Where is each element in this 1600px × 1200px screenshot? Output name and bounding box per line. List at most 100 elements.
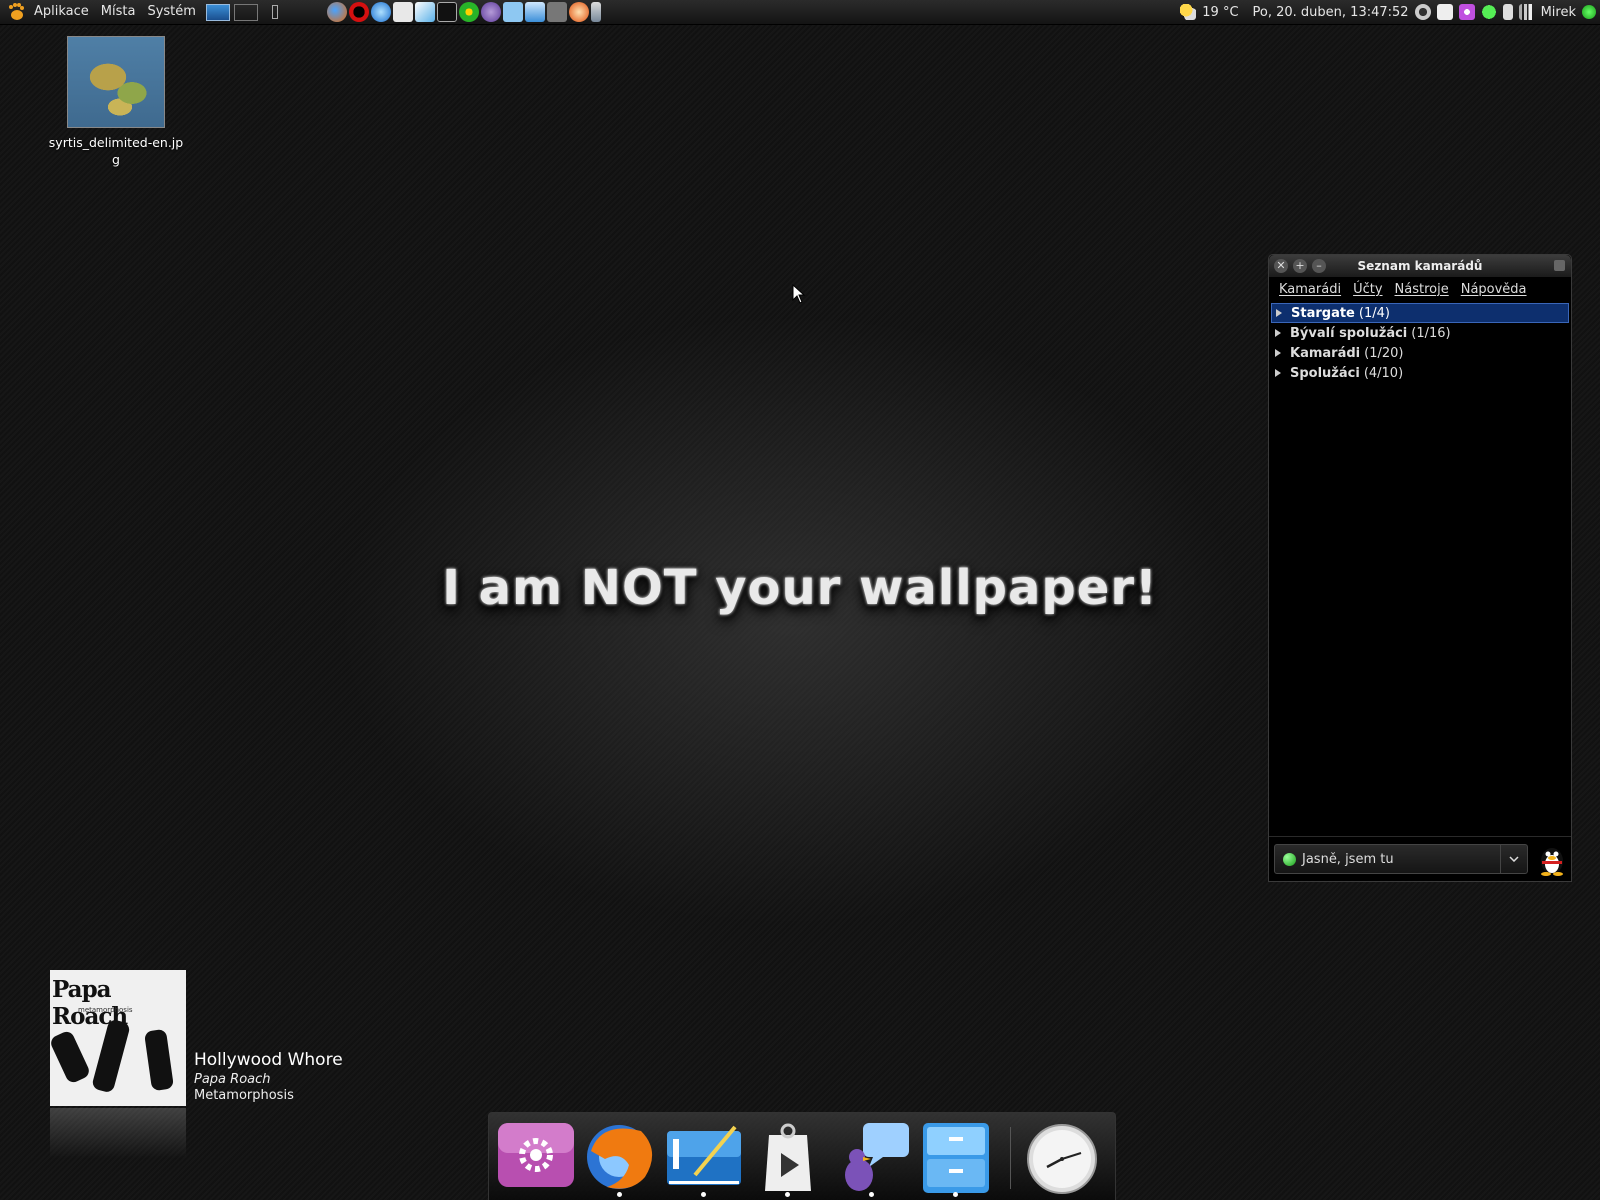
minimize-icon[interactable]: – <box>1312 259 1326 273</box>
gnome-foot-icon[interactable] <box>6 2 26 22</box>
menu-system[interactable]: Systém <box>141 0 201 24</box>
text-editor-icon <box>667 1125 741 1185</box>
settings-icon <box>498 1123 574 1187</box>
text-editor-launcher-icon[interactable] <box>414 2 435 22</box>
now-playing-widget: Papa Roach metamorphosis Hollywood Whore… <box>50 970 343 1158</box>
track-title: Hollywood Whore <box>194 1050 343 1070</box>
group-classmates[interactable]: Spolužáci (4/10) <box>1271 363 1569 383</box>
menu-help[interactable]: Nápověda <box>1455 282 1533 297</box>
status-text: Jasně, jsem tu <box>1302 851 1394 867</box>
desktop-file-label: syrtis_delimited-en.jpg <box>48 135 184 167</box>
clock[interactable]: Po, 20. duben, 13:47:52 <box>1253 5 1409 20</box>
band-silhouette <box>143 1028 175 1092</box>
group-count: (1/16) <box>1411 325 1451 341</box>
window-menu-icon[interactable] <box>1554 260 1565 271</box>
track-album: Metamorphosis <box>194 1088 294 1103</box>
running-indicator <box>701 1192 706 1197</box>
chat-launcher-icon[interactable] <box>502 2 523 22</box>
album-cover[interactable]: Papa Roach metamorphosis <box>50 970 186 1106</box>
mail-launcher-icon[interactable] <box>392 2 413 22</box>
group-name: Bývalí spolužáci <box>1290 325 1408 341</box>
buddy-list-window: ✕ + – Seznam kamarádů Kamarádi Účty Nást… <box>1268 254 1572 882</box>
image-thumbnail <box>67 36 165 128</box>
clock-icon <box>1027 1124 1097 1194</box>
menu-accounts[interactable]: Účty <box>1347 282 1388 297</box>
group-stargate[interactable]: Stargate (1/4) <box>1271 303 1569 323</box>
media-player-icon <box>765 1123 811 1191</box>
track-artist: Papa Roach <box>194 1072 271 1087</box>
album-cover-reflection <box>50 1108 186 1158</box>
mail-notification-icon[interactable] <box>1436 4 1453 20</box>
weather-temperature[interactable]: 19 °C <box>1202 5 1238 20</box>
messenger-status-icon[interactable] <box>1480 4 1497 20</box>
top-panel: Aplikace Místa Systém 19 °C Po, 20. dube… <box>0 0 1600 25</box>
notification-icon[interactable] <box>271 5 278 19</box>
chevron-down-icon[interactable] <box>1500 845 1527 873</box>
pidgin-launcher-icon[interactable] <box>480 2 501 22</box>
running-indicator <box>617 1192 622 1197</box>
pidgin-icon <box>845 1123 909 1191</box>
running-indicator <box>953 1192 958 1197</box>
dock-text-editor[interactable] <box>665 1121 743 1197</box>
camera-icon[interactable] <box>1414 4 1431 20</box>
lock-icon[interactable] <box>1502 4 1513 20</box>
running-indicator <box>785 1192 790 1197</box>
weather-icon[interactable] <box>1180 4 1197 20</box>
dock-pidgin[interactable] <box>833 1121 911 1197</box>
workspace-1[interactable] <box>205 3 230 21</box>
menu-applications[interactable]: Aplikace <box>28 0 95 24</box>
group-list: Stargate (1/4) Bývalí spolužáci (1/16) K… <box>1271 303 1569 383</box>
phone-launcher-icon[interactable] <box>590 2 601 22</box>
menu-places[interactable]: Místa <box>95 0 142 24</box>
group-name: Spolužáci <box>1290 365 1360 381</box>
group-name: Stargate <box>1291 305 1355 321</box>
mouse-cursor-icon <box>792 284 806 304</box>
desktop-file-syrtis[interactable]: syrtis_delimited-en.jpg <box>48 36 184 168</box>
firefox-icon <box>587 1125 653 1189</box>
file-manager-icon <box>923 1123 989 1193</box>
running-indicator <box>869 1192 874 1197</box>
dock-media-player[interactable] <box>749 1121 827 1197</box>
group-friends[interactable]: Kamarádi (1/20) <box>1271 343 1569 363</box>
online-status-icon[interactable] <box>1582 5 1596 19</box>
launcher-bar <box>326 2 602 22</box>
system-tray: 19 °C Po, 20. duben, 13:47:52 Mirek <box>1180 0 1596 24</box>
signal-strength-icon[interactable] <box>1518 4 1535 20</box>
maximize-icon[interactable]: + <box>1293 259 1307 273</box>
band-silhouette <box>50 1029 92 1085</box>
dock-file-manager[interactable] <box>917 1121 995 1197</box>
expand-arrow-icon[interactable] <box>1275 349 1281 357</box>
group-count: (1/4) <box>1358 305 1390 321</box>
dock-clock[interactable] <box>1023 1121 1101 1195</box>
firefox-launcher-icon[interactable] <box>326 2 347 22</box>
window-titlebar[interactable]: ✕ + – Seznam kamarádů <box>1269 255 1571 277</box>
icq-launcher-icon[interactable] <box>458 2 479 22</box>
group-former-classmates[interactable]: Bývalí spolužáci (1/16) <box>1271 323 1569 343</box>
web-browser-launcher-icon[interactable] <box>370 2 391 22</box>
album-art-subtitle: metamorphosis <box>78 1006 133 1014</box>
user-name[interactable]: Mirek <box>1541 5 1576 20</box>
workspace-2[interactable] <box>233 3 258 21</box>
dock-settings[interactable] <box>497 1121 575 1195</box>
available-status-icon <box>1283 852 1296 866</box>
dock <box>488 1112 1116 1200</box>
menu-buddies[interactable]: Kamarádi <box>1273 282 1347 297</box>
opera-launcher-icon[interactable] <box>348 2 369 22</box>
group-name: Kamarádi <box>1290 345 1361 361</box>
menu-tools[interactable]: Nástroje <box>1389 282 1455 297</box>
expand-arrow-icon[interactable] <box>1275 329 1281 337</box>
close-icon[interactable]: ✕ <box>1274 259 1288 273</box>
tools-launcher-icon[interactable] <box>546 2 567 22</box>
qq-penguin-icon[interactable] <box>1538 842 1566 876</box>
burner-launcher-icon[interactable] <box>568 2 589 22</box>
group-count: (4/10) <box>1363 365 1404 381</box>
expand-arrow-icon[interactable] <box>1275 369 1281 377</box>
terminal-launcher-icon[interactable] <box>436 2 457 22</box>
expand-arrow-icon[interactable] <box>1276 309 1282 317</box>
track-info: Hollywood Whore Papa Roach Metamorphosis <box>194 1050 394 1103</box>
dock-separator <box>1010 1127 1011 1189</box>
pidgin-tray-icon[interactable] <box>1458 4 1475 20</box>
dock-firefox[interactable] <box>581 1121 659 1197</box>
status-selector[interactable]: Jasně, jsem tu <box>1274 844 1528 874</box>
network-launcher-icon[interactable] <box>524 2 545 22</box>
